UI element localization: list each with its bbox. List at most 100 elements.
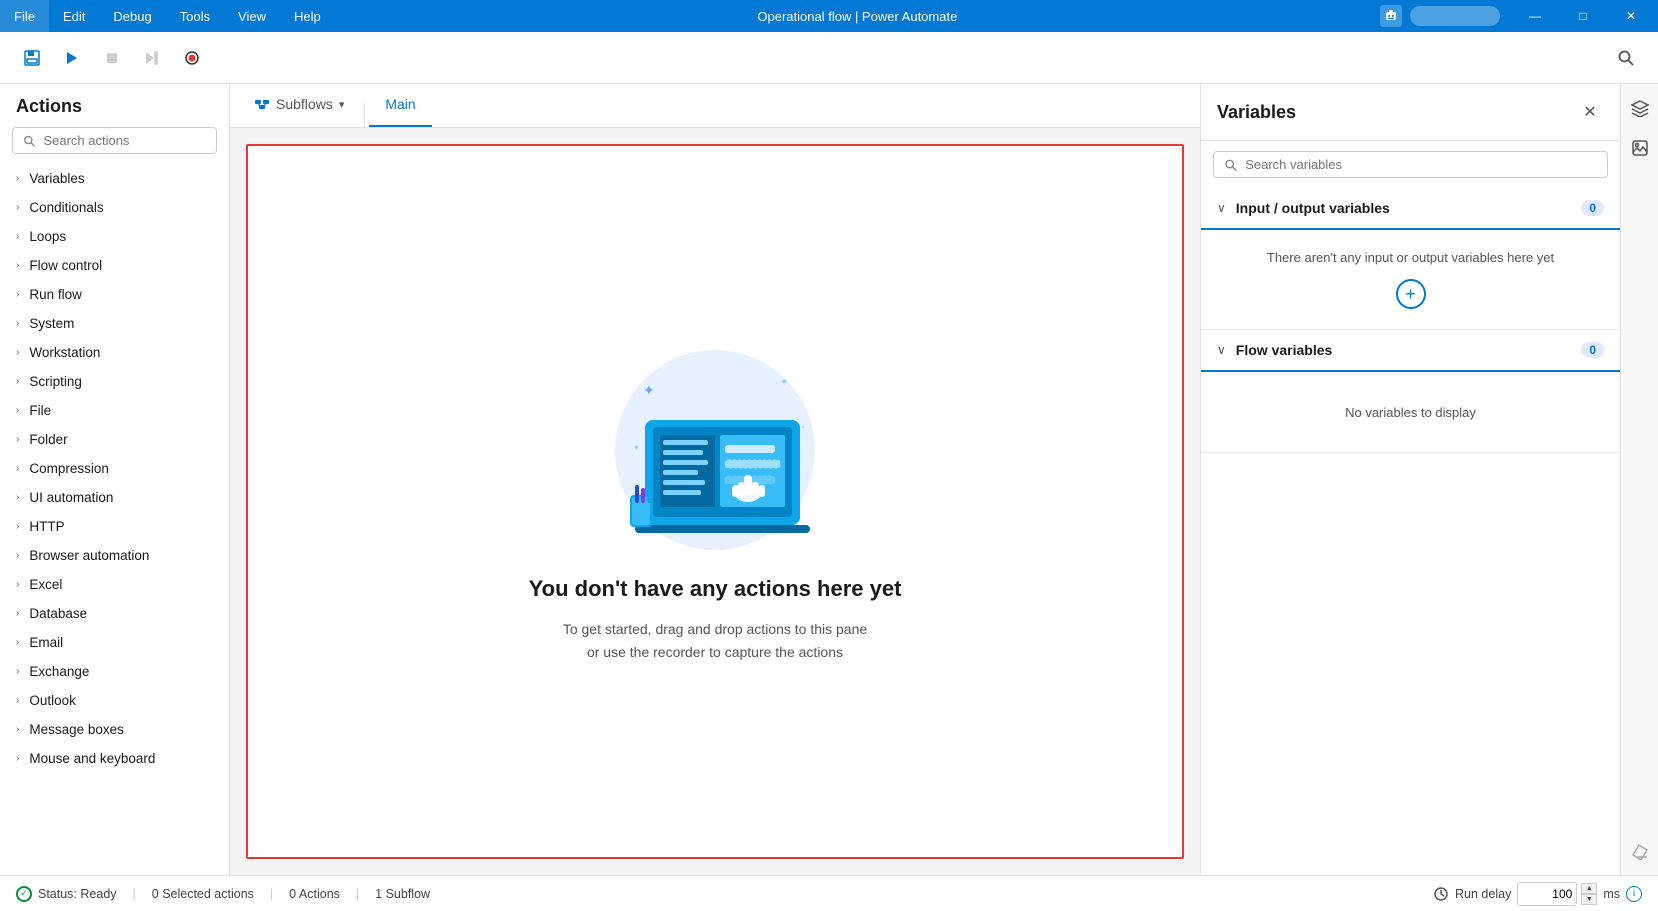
svg-text:✦: ✦ [643,382,655,398]
action-item-excel[interactable]: › Excel [0,570,229,599]
input-output-variables-header[interactable]: ∨ Input / output variables 0 [1201,188,1620,230]
action-item-run-flow[interactable]: › Run flow [0,280,229,309]
input-output-section-title: Input / output variables [1236,200,1572,216]
separator: | [270,887,273,901]
chevron-right-icon: › [16,173,19,184]
image-button[interactable] [1624,132,1656,164]
run-delay-control: Run delay ▲ ▼ ms i [1433,882,1642,906]
separator: | [356,887,359,901]
action-item-scripting[interactable]: › Scripting [0,367,229,396]
flow-variables-header[interactable]: ∨ Flow variables 0 [1201,330,1620,372]
close-button[interactable]: ✕ [1608,0,1654,32]
spinner-down-button[interactable]: ▼ [1581,894,1597,905]
chevron-right-icon: › [16,202,19,213]
action-label: UI automation [29,490,113,505]
info-icon[interactable]: i [1626,886,1642,902]
chevron-right-icon: › [16,666,19,677]
next-step-button[interactable] [136,42,168,74]
menu-debug[interactable]: Debug [99,0,165,32]
user-avatar[interactable] [1410,6,1500,26]
subflows-icon [254,96,270,112]
layers-button[interactable] [1624,92,1656,124]
actions-list: › Variables › Conditionals › Loops › Flo… [0,164,229,875]
menu-help[interactable]: Help [280,0,335,32]
actions-search-box[interactable] [12,127,217,154]
action-item-system[interactable]: › System [0,309,229,338]
add-variable-button[interactable]: + [1396,279,1426,309]
variables-close-button[interactable]: ✕ [1576,98,1604,126]
actions-count: 0 Actions [289,887,340,901]
canvas-search-button[interactable] [1610,42,1642,74]
stop-button[interactable] [96,42,128,74]
statusbar: Status: Ready | 0 Selected actions | 0 A… [0,875,1658,911]
spinner-up-button[interactable]: ▲ [1581,883,1597,894]
action-item-ui-automation[interactable]: › UI automation [0,483,229,512]
selected-actions-count: 0 Selected actions [152,887,254,901]
action-item-mouse-keyboard[interactable]: › Mouse and keyboard [0,744,229,773]
input-output-variables-section: ∨ Input / output variables 0 There aren'… [1201,188,1620,330]
flow-variables-section: ∨ Flow variables 0 No variables to displ… [1201,330,1620,453]
variables-title: Variables [1217,102,1576,123]
flow-tabs: Subflows ▾ Main [230,84,1200,128]
status-label: Status: Ready [38,887,117,901]
variables-search-box[interactable] [1213,151,1608,178]
erase-button[interactable] [1624,835,1656,867]
action-item-workstation[interactable]: › Workstation [0,338,229,367]
empty-state-title: You don't have any actions here yet [529,576,902,602]
tab-main[interactable]: Main [369,84,431,127]
input-output-count-badge: 0 [1581,200,1604,216]
chevron-right-icon: › [16,637,19,648]
action-item-outlook[interactable]: › Outlook [0,686,229,715]
window-controls: — □ ✕ [1512,0,1654,32]
action-item-message-boxes[interactable]: › Message boxes [0,715,229,744]
separator: | [133,887,136,901]
status-ready: Status: Ready [16,886,117,902]
action-item-variables[interactable]: › Variables [0,164,229,193]
titlebar: File Edit Debug Tools View Help Operatio… [0,0,1658,32]
menu-file[interactable]: File [0,0,49,32]
tab-subflows[interactable]: Subflows ▾ [238,84,360,127]
chevron-right-icon: › [16,492,19,503]
action-item-loops[interactable]: › Loops [0,222,229,251]
tab-divider [364,103,365,127]
empty-state: ✦ ✦ ✦ ✦ ✦ [529,340,902,663]
action-item-conditionals[interactable]: › Conditionals [0,193,229,222]
variables-search-icon [1224,158,1237,172]
menu-tools[interactable]: Tools [166,0,224,32]
status-ready-icon [16,886,32,902]
action-item-http[interactable]: › HTTP [0,512,229,541]
chevron-down-icon: ∨ [1217,343,1226,357]
action-item-folder[interactable]: › Folder [0,425,229,454]
run-button[interactable] [56,42,88,74]
chevron-right-icon: › [16,753,19,764]
minimize-button[interactable]: — [1512,0,1558,32]
maximize-button[interactable]: □ [1560,0,1606,32]
save-button[interactable] [16,42,48,74]
action-item-flow-control[interactable]: › Flow control [0,251,229,280]
search-icon [23,134,35,148]
action-label: Excel [29,577,62,592]
action-label: Message boxes [29,722,124,737]
action-label: Compression [29,461,109,476]
record-button[interactable] [176,42,208,74]
action-item-exchange[interactable]: › Exchange [0,657,229,686]
action-item-browser-automation[interactable]: › Browser automation [0,541,229,570]
app-body: Actions › Variables › Conditionals [0,32,1658,911]
action-item-database[interactable]: › Database [0,599,229,628]
flow-variables-content: No variables to display [1201,372,1620,452]
input-output-empty-text: There aren't any input or output variabl… [1267,250,1554,265]
chevron-right-icon: › [16,521,19,532]
menu-edit[interactable]: Edit [49,0,99,32]
menu-view[interactable]: View [224,0,280,32]
action-item-compression[interactable]: › Compression [0,454,229,483]
svg-text:✦: ✦ [780,377,788,388]
action-label: Email [29,635,63,650]
empty-state-desc: To get started, drag and drop actions to… [563,618,867,663]
subflows-dropdown-icon[interactable]: ▾ [339,98,345,111]
action-item-email[interactable]: › Email [0,628,229,657]
run-delay-input[interactable] [1517,882,1577,906]
search-actions-input[interactable] [43,133,206,148]
action-item-file[interactable]: › File [0,396,229,425]
search-variables-input[interactable] [1245,157,1597,172]
chevron-right-icon: › [16,695,19,706]
